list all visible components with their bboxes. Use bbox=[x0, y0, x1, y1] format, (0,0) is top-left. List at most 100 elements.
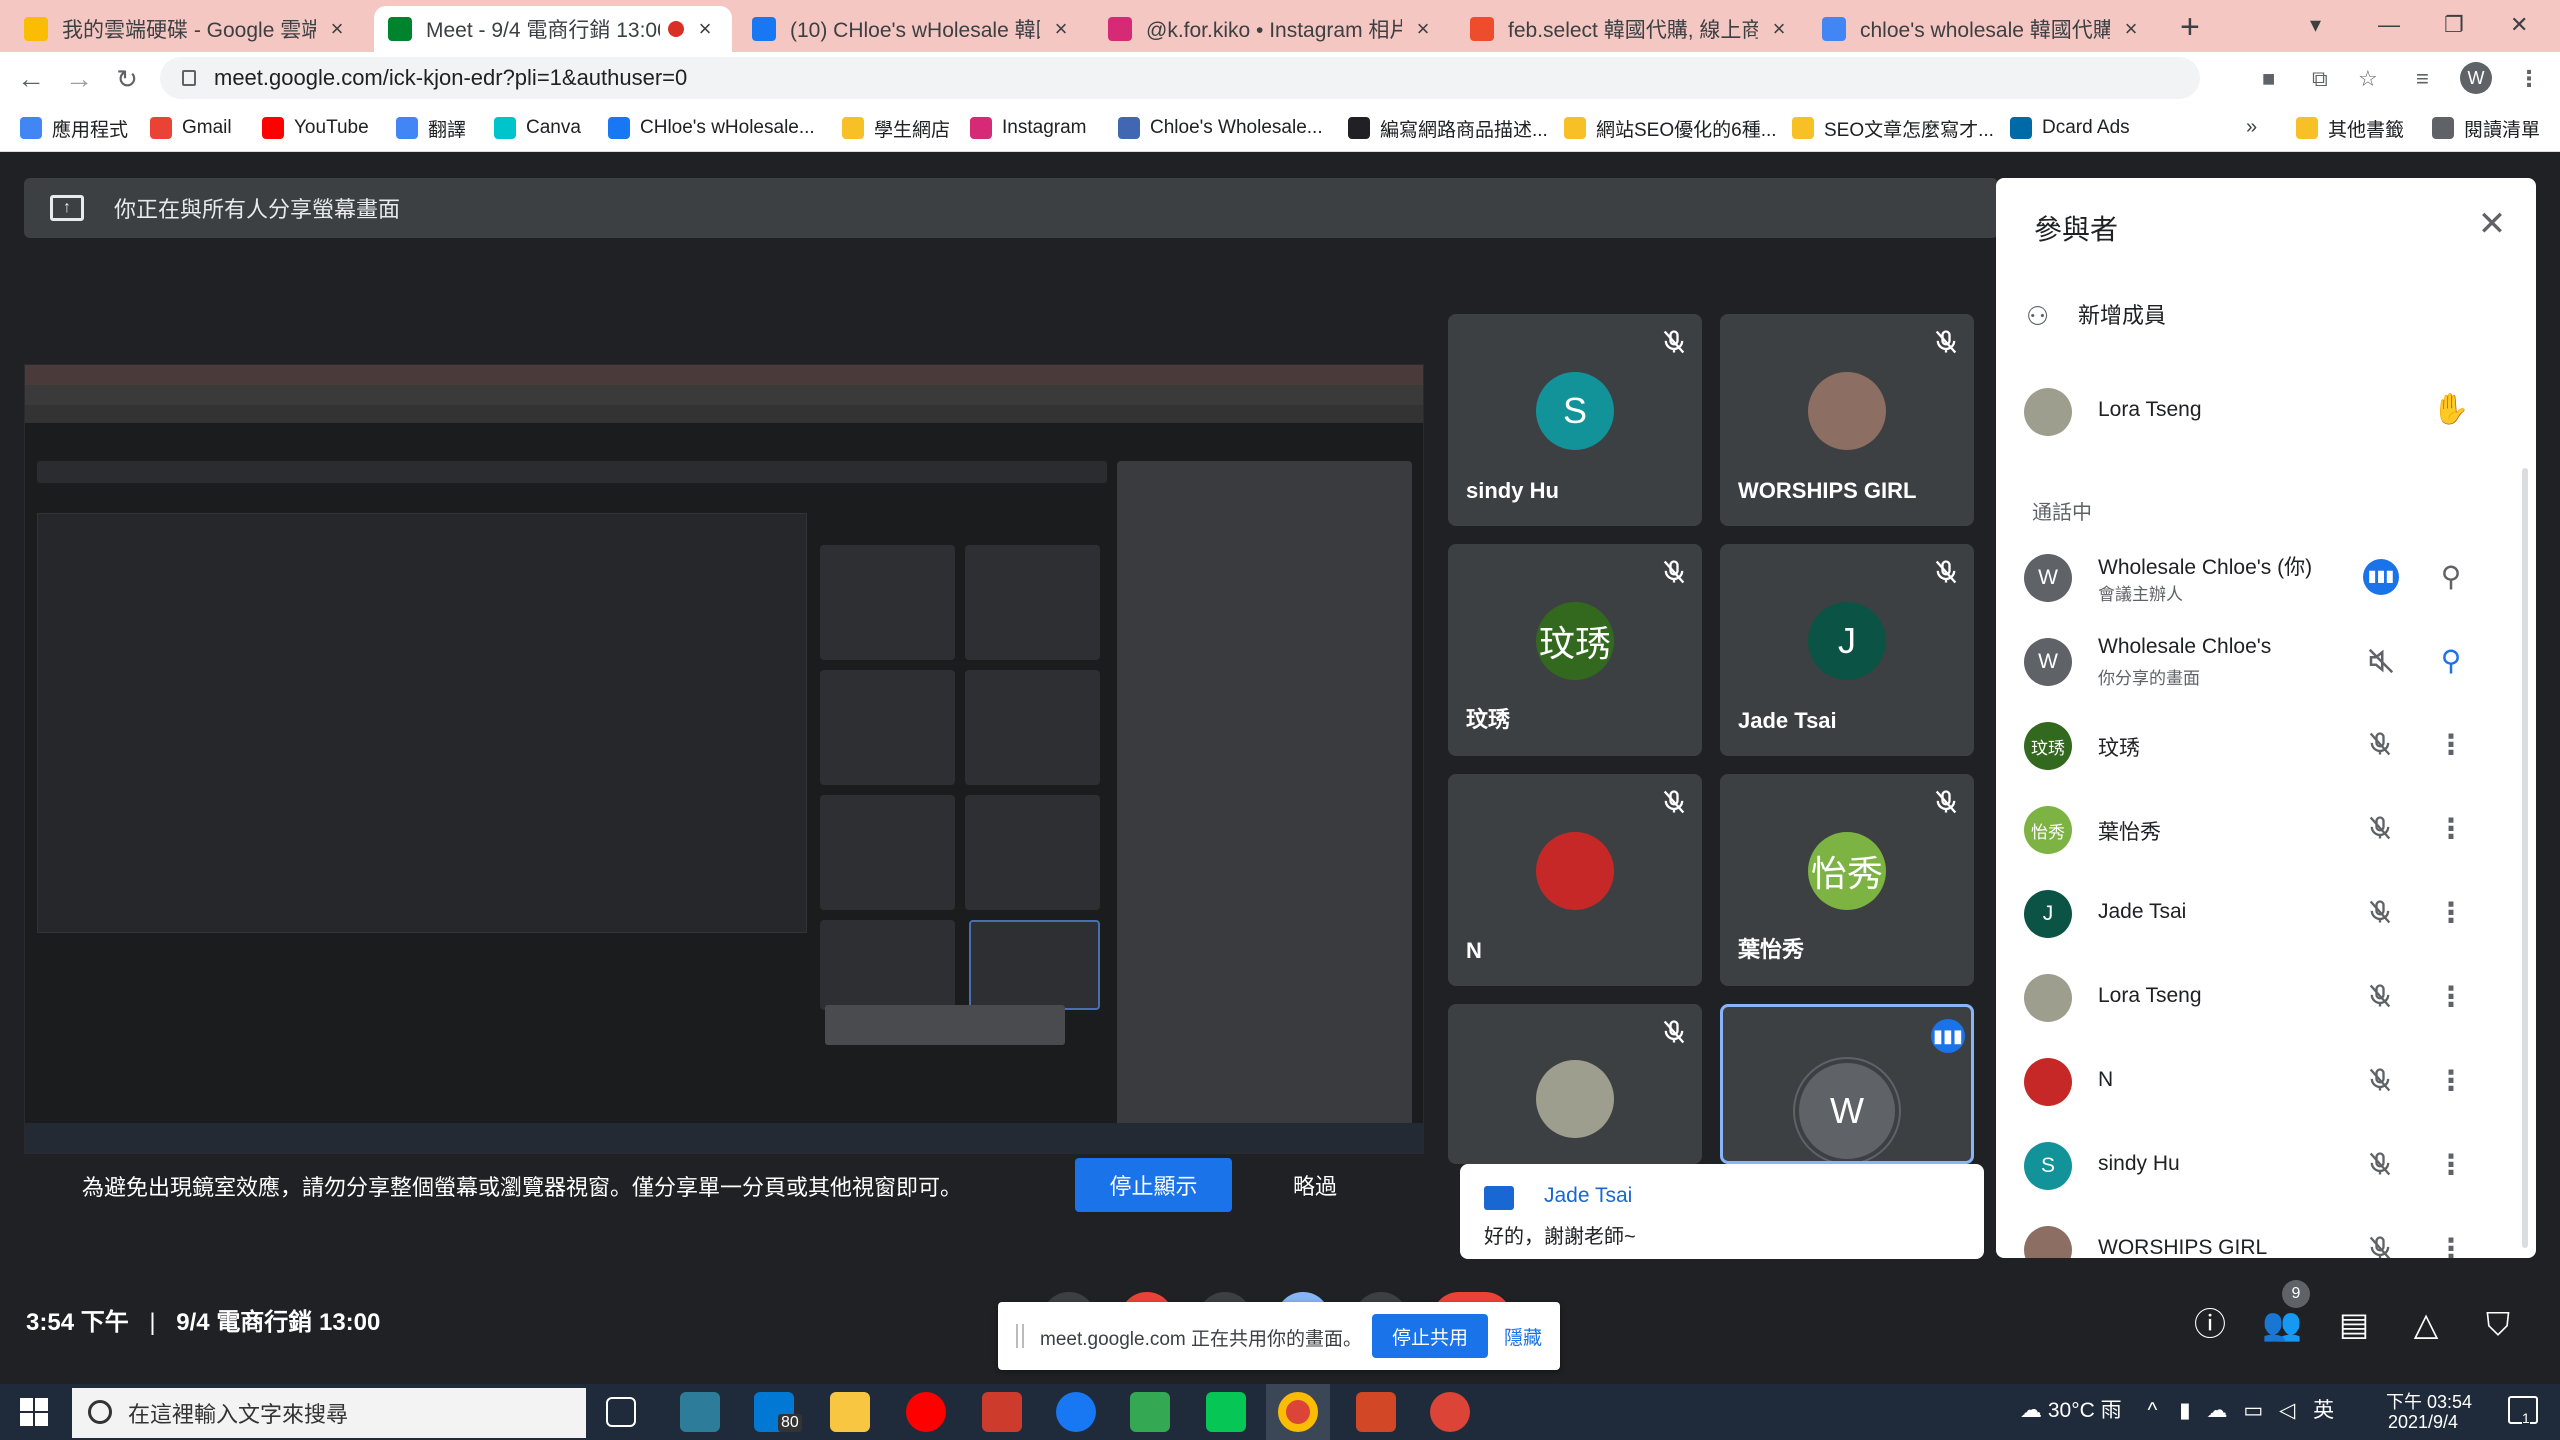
host-controls-icon[interactable]: ⛉ bbox=[2478, 1304, 2518, 1344]
more-options-icon[interactable]: ⋮ bbox=[2436, 1148, 2466, 1182]
more-options-icon[interactable]: ⋮ bbox=[2436, 728, 2466, 762]
bookmark-item[interactable]: Canva bbox=[494, 114, 581, 142]
participant-row[interactable]: W Wholesale Chloe's (你) 會議主辦人 ▮▮▮ ⚲ bbox=[1996, 542, 2536, 612]
mic-off-icon[interactable] bbox=[2366, 1234, 2396, 1258]
close-tab-icon[interactable]: × bbox=[324, 16, 350, 42]
bookmark-item[interactable]: 學生網店 bbox=[842, 114, 950, 142]
onedrive-icon[interactable]: ☁ bbox=[2207, 1399, 2228, 1422]
browser-tab[interactable]: @k.for.kiko • Instagram 相片與影片 × bbox=[1094, 6, 1450, 52]
mic-off-icon[interactable] bbox=[2366, 982, 2396, 1012]
address-bar[interactable]: meet.google.com/ick-kjon-edr?pli=1&authu… bbox=[160, 57, 2200, 99]
more-options-icon[interactable]: ⋮ bbox=[2436, 980, 2466, 1014]
line-icon[interactable] bbox=[1206, 1392, 1246, 1432]
close-tab-icon[interactable]: × bbox=[1048, 16, 1074, 42]
mic-off-icon[interactable] bbox=[2366, 814, 2396, 844]
close-tab-icon[interactable]: × bbox=[1410, 16, 1436, 42]
drag-handle-icon[interactable] bbox=[1016, 1324, 1024, 1348]
media-icon[interactable]: ≡ bbox=[2416, 66, 2429, 92]
participant-tile[interactable]: Ssindy Hu bbox=[1448, 314, 1702, 526]
stop-presenting-button[interactable]: 停止顯示 bbox=[1075, 1158, 1232, 1212]
participant-tile[interactable]: WORSHIPS GIRL bbox=[1720, 314, 1974, 526]
participant-tile[interactable]: N bbox=[1448, 774, 1702, 986]
url-text[interactable]: meet.google.com/ick-kjon-edr?pli=1&authu… bbox=[214, 65, 687, 91]
task-view-icon[interactable] bbox=[606, 1397, 636, 1427]
more-options-icon[interactable]: ⋮ bbox=[2436, 1064, 2466, 1098]
participant-row[interactable]: J Jade Tsai ⋮ bbox=[1996, 878, 2536, 948]
participant-row[interactable]: W Wholesale Chloe's 你分享的畫面 ⚲ bbox=[1996, 626, 2536, 696]
participant-tile[interactable]: W ▮▮▮ bbox=[1720, 1004, 1974, 1164]
weather-text[interactable]: 30°C 雨 bbox=[2048, 1399, 2122, 1422]
bookmark-item[interactable]: SEO文章怎麼寫才... bbox=[1792, 114, 1994, 142]
bookmark-item[interactable]: Gmail bbox=[150, 114, 232, 142]
close-tab-icon[interactable]: × bbox=[2118, 16, 2144, 42]
participant-row[interactable]: 怡秀 葉怡秀 ⋮ bbox=[1996, 794, 2536, 864]
meeting-info-icon[interactable]: ⓘ bbox=[2190, 1304, 2230, 1344]
participant-row[interactable]: 玟琇 玟琇 ⋮ bbox=[1996, 710, 2536, 780]
browser-tab[interactable]: 我的雲端硬碟 - Google 雲端硬碟 × bbox=[10, 6, 364, 52]
clock-time[interactable]: 下午 03:54 bbox=[2386, 1388, 2472, 1414]
back-icon[interactable]: ← bbox=[14, 62, 48, 96]
participant-row[interactable]: Ssindy Hu ⋮ bbox=[1996, 1130, 2536, 1200]
activities-icon[interactable]: △ bbox=[2406, 1304, 2446, 1344]
powerpoint-icon[interactable] bbox=[1356, 1392, 1396, 1432]
chrome-taskbar-active[interactable] bbox=[1266, 1384, 1330, 1440]
skip-button[interactable]: 略過 bbox=[1280, 1158, 1350, 1212]
more-options-icon[interactable]: ⋮ bbox=[2436, 812, 2466, 846]
windows-start-icon[interactable] bbox=[20, 1398, 48, 1426]
tab-search-icon[interactable]: ▾ bbox=[2310, 12, 2321, 38]
volume-off-icon[interactable] bbox=[2366, 646, 2396, 676]
participant-row[interactable]: WORSHIPS GIRL ⋮ bbox=[1996, 1214, 2536, 1258]
minimize-icon[interactable]: — bbox=[2378, 12, 2400, 38]
youtube-icon[interactable] bbox=[906, 1392, 946, 1432]
bookmark-item[interactable]: Instagram bbox=[970, 114, 1086, 142]
chat-toast[interactable]: Jade Tsai 好的，謝謝老師~ bbox=[1460, 1164, 1984, 1259]
bookmark-item[interactable]: 網站SEO優化的6種... bbox=[1564, 114, 1777, 142]
file-explorer-icon[interactable] bbox=[830, 1392, 870, 1432]
pin-icon[interactable]: ⚲ bbox=[2436, 644, 2466, 678]
participant-tile[interactable]: J Jade Tsai bbox=[1720, 544, 1974, 756]
pin-icon[interactable]: ⚲ bbox=[2436, 560, 2466, 594]
chat-panel-icon[interactable]: ▤ bbox=[2334, 1304, 2374, 1344]
scrollbar[interactable] bbox=[2522, 468, 2528, 1248]
close-icon[interactable]: ✕ bbox=[2472, 204, 2512, 244]
battery-icon[interactable]: ▮ bbox=[2179, 1399, 2191, 1422]
speaking-icon[interactable]: ▮▮▮ bbox=[2363, 559, 2399, 595]
reload-icon[interactable]: ↻ bbox=[110, 62, 144, 96]
people-icon[interactable]: 👥 bbox=[2262, 1304, 2302, 1344]
close-tab-icon[interactable]: × bbox=[692, 16, 718, 42]
mic-off-icon[interactable] bbox=[2366, 1150, 2396, 1180]
participant-tile[interactable]: 玟琇 玟琇 bbox=[1448, 544, 1702, 756]
hide-button[interactable]: 隱藏 bbox=[1498, 1314, 1548, 1358]
close-window-icon[interactable]: ✕ bbox=[2510, 12, 2528, 38]
clock-date[interactable]: 2021/9/4 bbox=[2388, 1412, 2458, 1433]
more-options-icon[interactable]: ⋮ bbox=[2436, 1232, 2466, 1258]
more-bookmarks-icon[interactable]: » bbox=[2246, 116, 2257, 139]
profile-avatar[interactable]: W bbox=[2460, 62, 2492, 94]
google-drive-icon[interactable] bbox=[1130, 1392, 1170, 1432]
browser-tab[interactable]: feb.select 韓國代購, 線上商店 | 蝦皮 × bbox=[1456, 6, 1806, 52]
participant-tile[interactable]: 怡秀 葉怡秀 bbox=[1720, 774, 1974, 986]
bookmark-item[interactable]: 閱讀清單 bbox=[2432, 114, 2540, 142]
ime-indicator[interactable]: 英 bbox=[2313, 1399, 2334, 1422]
new-tab-icon[interactable]: + bbox=[2180, 8, 2200, 47]
chrome-icon[interactable] bbox=[1430, 1392, 1470, 1432]
facebook-icon[interactable] bbox=[1056, 1392, 1096, 1432]
raised-hand-icon[interactable]: ✋ bbox=[2432, 392, 2469, 427]
browser-tab[interactable]: Meet - 9/4 電商行銷 13:00 × bbox=[374, 6, 732, 52]
taskbar-search[interactable]: 在這裡輸入文字來搜尋 bbox=[72, 1388, 586, 1438]
participant-tile[interactable] bbox=[1448, 1004, 1702, 1164]
external-icon[interactable]: ⧉ bbox=[2312, 66, 2328, 92]
bookmark-item[interactable]: 應用程式 bbox=[20, 114, 128, 142]
menu-icon[interactable]: ⋮ bbox=[2518, 66, 2540, 92]
add-member-button[interactable]: ⚇ 新增成員 bbox=[2026, 298, 2166, 331]
camera-icon[interactable]: ■ bbox=[2262, 66, 2275, 92]
bookmark-item[interactable]: YouTube bbox=[262, 114, 369, 142]
bookmark-item[interactable]: 翻譯 bbox=[396, 114, 466, 142]
mic-off-icon[interactable] bbox=[2366, 898, 2396, 928]
tray-chevron-icon[interactable]: ^ bbox=[2147, 1399, 2157, 1422]
taskbar-app-icon[interactable] bbox=[680, 1392, 720, 1432]
browser-tab[interactable]: (10) CHloe's wHolesale 韓國代購 × bbox=[738, 6, 1088, 52]
forward-icon[interactable]: → bbox=[62, 62, 96, 96]
star-icon[interactable]: ☆ bbox=[2358, 66, 2378, 92]
bookmark-item[interactable]: Chloe's Wholesale... bbox=[1118, 114, 1323, 142]
